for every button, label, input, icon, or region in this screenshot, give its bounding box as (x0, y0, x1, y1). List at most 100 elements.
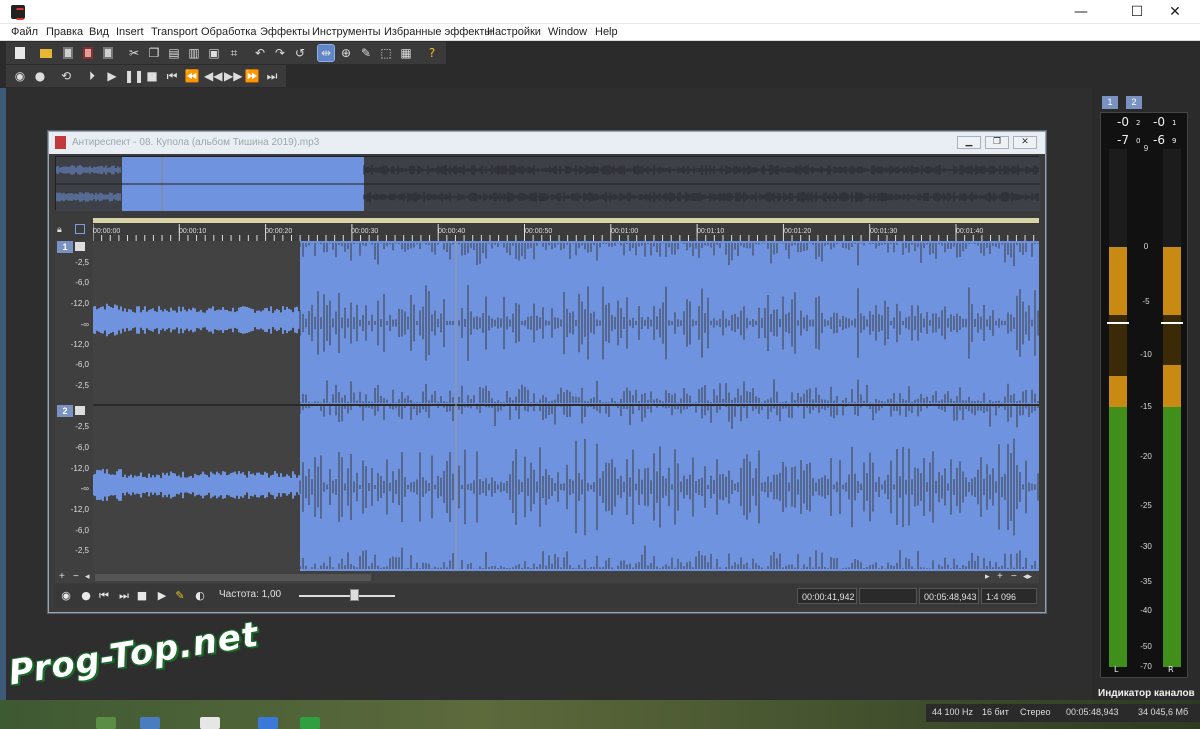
whats-this-button[interactable]: ? (424, 45, 440, 61)
rewind-button[interactable]: ◀◀ (204, 68, 222, 84)
loop-button[interactable]: ⟲ (58, 68, 74, 84)
monitor-button[interactable]: ● (32, 68, 48, 84)
doc-minimize-button[interactable]: ▁ (957, 136, 981, 149)
menu-insert[interactable]: Insert (116, 26, 144, 38)
doc-monitor-button[interactable]: ● (79, 589, 93, 603)
doc-close-button[interactable]: ✕ (1013, 136, 1037, 149)
open-file-button[interactable] (38, 45, 54, 61)
undo-button[interactable]: ↶ (252, 45, 268, 61)
channel-1-badge[interactable]: 1 (57, 241, 73, 253)
doc-play-button[interactable]: ▶ (155, 589, 169, 603)
next-button[interactable]: ⏩ (244, 68, 260, 84)
taskbar-app-icon[interactable] (140, 717, 160, 729)
channel-2-badge[interactable]: 2 (57, 405, 73, 417)
menu-favorite-effects[interactable]: Избранные эффекты (384, 26, 492, 38)
ruler-label: 00:00:00 (93, 228, 121, 235)
play-all-button[interactable]: ⏵ (84, 68, 100, 84)
waveform-view[interactable]: 1 -2,5 -6,0 -12,0 -∞ -12,0 -6,0 -2,5 2 -… (55, 241, 1039, 571)
doc-go-start-button[interactable]: ⏮ (97, 589, 111, 603)
channel-2-minimize-button[interactable] (75, 406, 85, 415)
doc-scrub-button[interactable]: ✎ (173, 589, 187, 603)
doc-record-button[interactable]: ◉ (59, 589, 73, 603)
save-as-button[interactable] (80, 45, 96, 61)
pause-button[interactable]: ❚❚ (124, 68, 144, 84)
paste-button[interactable]: ▤ (166, 45, 182, 61)
crop-button[interactable]: ⌗ (226, 45, 242, 61)
close-button[interactable]: ✕ (1152, 0, 1198, 24)
redo-button[interactable]: ↷ (272, 45, 288, 61)
taskbar-app-icon[interactable] (300, 717, 320, 729)
zoom-out-vertical-button[interactable]: − (73, 571, 79, 582)
zoom-in-button[interactable]: + (997, 571, 1003, 582)
prev-button[interactable]: ⏪ (184, 68, 200, 84)
zoom-in-vertical-button[interactable]: + (59, 571, 65, 582)
doc-restore-button[interactable]: ❐ (985, 136, 1009, 149)
taskbar-app-icon[interactable] (258, 717, 278, 729)
channel-meter-panel: 1 2 -0 2 -0 1 -7 0 -6 9 L R 9 0 -5 -10 -15 -2… (1092, 88, 1200, 700)
zoom-tool-button[interactable]: ⊕ (338, 45, 354, 61)
scale-label: -2,5 (75, 546, 89, 555)
copy-button[interactable]: ❐ (146, 45, 162, 61)
scroll-left-button[interactable]: ◂ (85, 571, 90, 582)
meter-tab-1[interactable]: 1 (1102, 96, 1118, 109)
minimize-button[interactable]: — (1058, 0, 1104, 24)
scroll-right-button[interactable]: ▸ (985, 571, 990, 582)
taskbar-app-icon[interactable] (200, 717, 220, 729)
channel-1-minimize-button[interactable] (75, 242, 85, 251)
edit-tool-button[interactable]: ⇹ (317, 44, 335, 62)
paste-mix-button[interactable]: ▥ (186, 45, 202, 61)
scroll-thumb[interactable] (95, 574, 371, 581)
doc-go-end-button[interactable]: ⏭ (117, 589, 131, 603)
menu-edit[interactable]: Правка (46, 26, 83, 38)
history-button[interactable]: ↺ (292, 45, 308, 61)
time-ruler[interactable]: 00:00:00 00:00:10 00:00:20 00:00:30 00:0… (93, 218, 1039, 241)
edit-tool-icon: ⇹ (320, 46, 332, 60)
save-button[interactable] (60, 45, 76, 61)
region-button[interactable]: ▦ (398, 45, 414, 61)
new-file-button[interactable] (12, 45, 28, 61)
folder-icon (40, 49, 52, 58)
zoom-fit-button[interactable]: ◂▸ (1023, 571, 1032, 582)
status-sample-rate: 44 100 Hz (932, 707, 974, 717)
go-end-button[interactable]: ⏭ (264, 68, 280, 84)
select-all-button[interactable]: ⬚ (378, 45, 394, 61)
cut-button[interactable]: ✂ (126, 45, 142, 61)
menu-transport[interactable]: Transport (151, 26, 198, 38)
play-button[interactable]: ▶ (104, 68, 120, 84)
menu-window[interactable]: Window (548, 26, 587, 38)
menu-settings[interactable]: Настройки (487, 26, 541, 38)
waveform-area[interactable] (92, 241, 1039, 571)
paste-new-button[interactable]: ▣ (206, 45, 222, 61)
left-label: L (1114, 665, 1119, 674)
doc-speaker-button[interactable]: ◐ (193, 589, 207, 603)
pencil-tool-button[interactable]: ✎ (358, 45, 374, 61)
menu-view[interactable]: Вид (89, 26, 109, 38)
menu-effects[interactable]: Эффекты (260, 26, 310, 38)
menu-process[interactable]: Обработка (201, 26, 256, 38)
zoom-ratio-field[interactable]: 1:4 096 (981, 588, 1037, 604)
save-icon (63, 47, 73, 59)
stop-button[interactable]: ■ (144, 68, 160, 84)
rate-slider-track[interactable] (299, 595, 395, 597)
rate-slider-thumb[interactable] (350, 589, 359, 601)
forward-button[interactable]: ▶▶ (224, 68, 242, 84)
snap-icon[interactable] (75, 224, 85, 234)
total-length-field[interactable]: 00:05:48,943 (919, 588, 979, 604)
horizontal-scrollbar[interactable]: + − ◂ ▸ + − ◂▸ (55, 571, 1039, 583)
taskbar-app-icon[interactable] (96, 717, 116, 729)
go-start-button[interactable]: ⏮ (164, 68, 180, 84)
zoom-out-button[interactable]: − (1011, 571, 1017, 582)
cursor-position-field[interactable]: 00:00:41,942 (797, 588, 857, 604)
record-button[interactable]: ◉ (12, 68, 28, 84)
menu-tools[interactable]: Инструменты (312, 26, 381, 38)
menu-file[interactable]: Файл (11, 26, 38, 38)
doc-stop-button[interactable]: ■ (135, 589, 149, 603)
peak-right-sub: 1 (1172, 119, 1177, 127)
overview-strip[interactable] (55, 156, 1040, 211)
prev-icon: ⏪ (184, 69, 200, 83)
selection-length-field[interactable] (859, 588, 917, 604)
save-all-button[interactable] (100, 45, 116, 61)
menu-help[interactable]: Help (595, 26, 618, 38)
lock-icon[interactable]: 🔒︎ (57, 224, 62, 235)
meter-tab-2[interactable]: 2 (1126, 96, 1142, 109)
